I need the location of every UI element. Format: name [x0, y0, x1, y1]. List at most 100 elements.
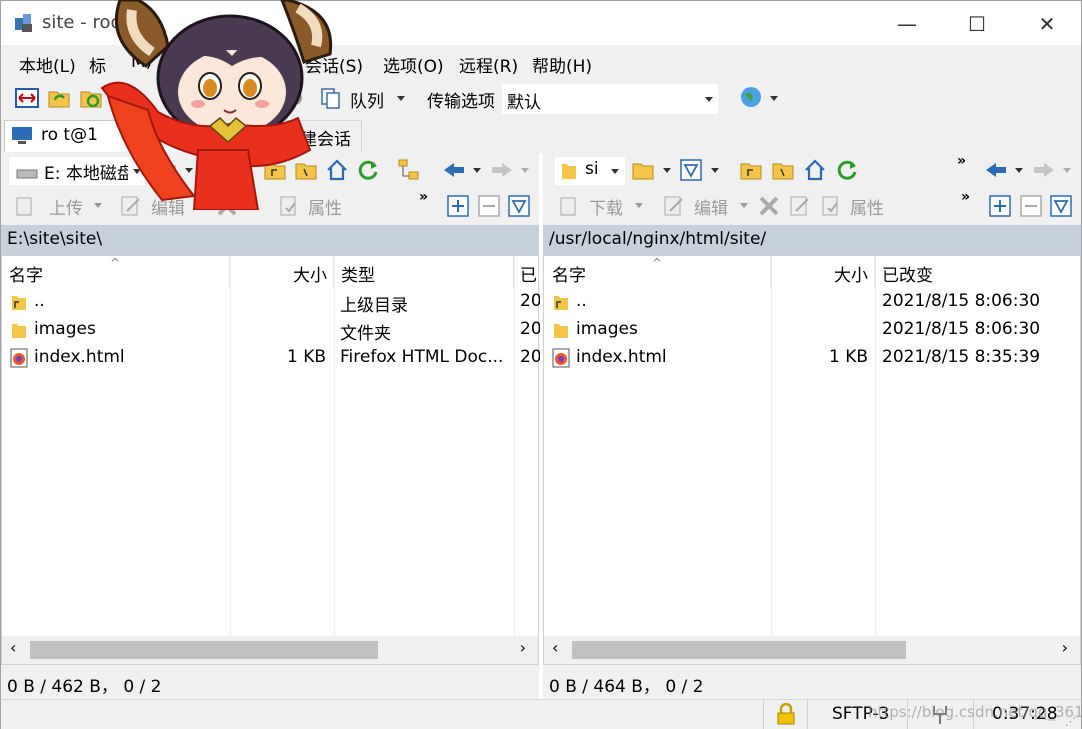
- delete-icon[interactable]: [757, 194, 781, 218]
- refresh-icon[interactable]: [835, 158, 859, 182]
- root-folder-icon[interactable]: [771, 158, 795, 182]
- local-selection-status: 0 B / 462 B， 0 / 2: [0, 665, 539, 699]
- tree-view-icon[interactable]: [397, 158, 421, 182]
- file-type: 文件夹: [340, 324, 391, 344]
- more-chevron-icon[interactable]: »: [419, 189, 428, 205]
- scroll-right-icon[interactable]: ›: [1062, 638, 1068, 657]
- menu-options[interactable]: 选项(O): [383, 52, 444, 77]
- forward-arrow-icon[interactable]: [490, 158, 514, 182]
- list-item[interactable]: images 文件夹 20: [2, 316, 540, 344]
- back-arrow-icon[interactable]: [442, 158, 466, 182]
- back-arrow-icon[interactable]: [984, 158, 1008, 182]
- download-icon[interactable]: [557, 194, 581, 218]
- edit-label[interactable]: 编辑: [694, 194, 728, 219]
- column-changed-header[interactable]: 已改变: [875, 256, 1081, 288]
- column-size-header[interactable]: 大小: [771, 256, 875, 288]
- local-panel: E: 本地磁盘 上传 编辑 属性 » E:\site\site\ 名字 ^ 大小…: [0, 153, 540, 665]
- sort-ascending-icon: ^: [652, 256, 663, 270]
- drive-icon: [16, 169, 38, 179]
- properties-icon[interactable]: [819, 194, 843, 218]
- download-dropdown-icon[interactable]: [635, 203, 643, 208]
- back-dropdown-icon[interactable]: [1015, 168, 1023, 173]
- column-type-header[interactable]: 类型: [334, 256, 514, 288]
- file-name: index.html: [576, 347, 667, 367]
- properties-label[interactable]: 属性: [850, 194, 884, 219]
- rename-icon[interactable]: [788, 194, 812, 218]
- upload-label[interactable]: 上传: [49, 194, 83, 219]
- session-tab-label: ro t@1: [41, 125, 98, 145]
- back-dropdown-icon[interactable]: [473, 168, 481, 173]
- monitor-icon: [12, 127, 32, 144]
- close-button[interactable]: ✕: [1025, 9, 1069, 39]
- file-name: images: [576, 319, 638, 339]
- file-changed: 2021/8/15 8:06:30: [882, 291, 1041, 311]
- open-folder-dropdown-icon[interactable]: [663, 168, 671, 173]
- local-file-list[interactable]: 名字 ^ 大小 类型 已 .. 上级目录 20 images 文件夹 20 in…: [1, 255, 540, 665]
- remote-path-bar[interactable]: /usr/local/nginx/html/site/: [543, 225, 1081, 255]
- more-chevron-icon[interactable]: »: [957, 153, 966, 169]
- minus-icon[interactable]: [477, 194, 501, 218]
- remote-dir-select[interactable]: si: [555, 157, 625, 185]
- upload-icon[interactable]: [13, 194, 37, 218]
- list-item[interactable]: images 2021/8/15 8:06:30: [544, 316, 1080, 344]
- remote-file-list[interactable]: 名字 ^ 大小 已改变 .. 2021/8/15 8:06:30 images …: [543, 255, 1081, 665]
- file-name: images: [34, 319, 96, 339]
- filter-icon[interactable]: [1049, 194, 1073, 218]
- scroll-right-icon[interactable]: ›: [520, 638, 526, 657]
- queue-label[interactable]: 队列: [350, 87, 384, 112]
- chevron-down-icon: [611, 169, 619, 174]
- column-size-header[interactable]: 大小: [230, 256, 334, 288]
- forward-dropdown-icon[interactable]: [521, 168, 529, 173]
- mascot-sticker: [100, 0, 333, 210]
- menu-remote[interactable]: 远程(R): [459, 52, 518, 77]
- sync-browsing-icon[interactable]: [47, 86, 71, 110]
- more-chevron-icon[interactable]: »: [961, 189, 970, 205]
- list-item[interactable]: index.html 1 KB Firefox HTML Doc... 20: [2, 344, 540, 372]
- scroll-left-icon[interactable]: ‹: [552, 638, 558, 657]
- transfer-preset-select[interactable]: 默认: [502, 84, 718, 114]
- refresh-icon[interactable]: [356, 158, 380, 182]
- column-changed-header[interactable]: 已: [514, 256, 540, 288]
- firefox-file-icon: [552, 348, 570, 368]
- file-type: Firefox HTML Doc...: [340, 347, 504, 367]
- minimize-button[interactable]: —: [885, 9, 929, 39]
- folder-icon: [554, 324, 568, 338]
- forward-dropdown-icon[interactable]: [1063, 168, 1071, 173]
- open-folder-icon[interactable]: [631, 158, 655, 182]
- file-name: index.html: [34, 347, 125, 367]
- globe-icon[interactable]: [739, 85, 763, 109]
- menu-help[interactable]: 帮助(H): [532, 52, 592, 77]
- queue-dropdown-icon[interactable]: [397, 96, 405, 101]
- file-name: ..: [34, 291, 45, 311]
- local-path-bar[interactable]: E:\site\site\: [1, 225, 539, 255]
- scrollbar-thumb[interactable]: [572, 641, 906, 659]
- remote-action-toolbar: 下载 编辑 属性 »: [543, 189, 1081, 223]
- app-icon: [15, 14, 32, 32]
- list-item[interactable]: .. 上级目录 20: [2, 288, 540, 316]
- scrollbar-thumb[interactable]: [30, 641, 378, 659]
- globe-dropdown-icon[interactable]: [770, 96, 778, 101]
- list-item[interactable]: .. 2021/8/15 8:06:30: [544, 288, 1080, 316]
- menu-local[interactable]: 本地(L): [19, 52, 76, 77]
- filter-icon[interactable]: [507, 194, 531, 218]
- plus-icon[interactable]: [988, 194, 1012, 218]
- parent-folder-icon[interactable]: [739, 158, 763, 182]
- list-item[interactable]: index.html 1 KB 2021/8/15 8:35:39: [544, 344, 1080, 372]
- edit-icon[interactable]: [662, 194, 686, 218]
- maximize-button[interactable]: ☐: [955, 9, 999, 39]
- parent-dir-icon: [12, 296, 26, 310]
- file-size: 1 KB: [286, 347, 326, 367]
- local-horizontal-scrollbar[interactable]: ‹ ›: [2, 636, 538, 664]
- home-icon[interactable]: [803, 158, 827, 182]
- minus-icon[interactable]: [1019, 194, 1043, 218]
- edit-dropdown-icon[interactable]: [740, 203, 748, 208]
- remote-horizontal-scrollbar[interactable]: ‹ ›: [544, 636, 1080, 664]
- filter-icon[interactable]: [679, 158, 703, 182]
- download-label[interactable]: 下载: [589, 194, 623, 219]
- forward-arrow-icon[interactable]: [1032, 158, 1056, 182]
- chevron-down-icon: [705, 97, 713, 102]
- filter-dropdown-icon[interactable]: [711, 168, 719, 173]
- scroll-left-icon[interactable]: ‹: [10, 638, 16, 657]
- compare-dirs-icon[interactable]: [15, 86, 39, 110]
- plus-icon[interactable]: [446, 194, 470, 218]
